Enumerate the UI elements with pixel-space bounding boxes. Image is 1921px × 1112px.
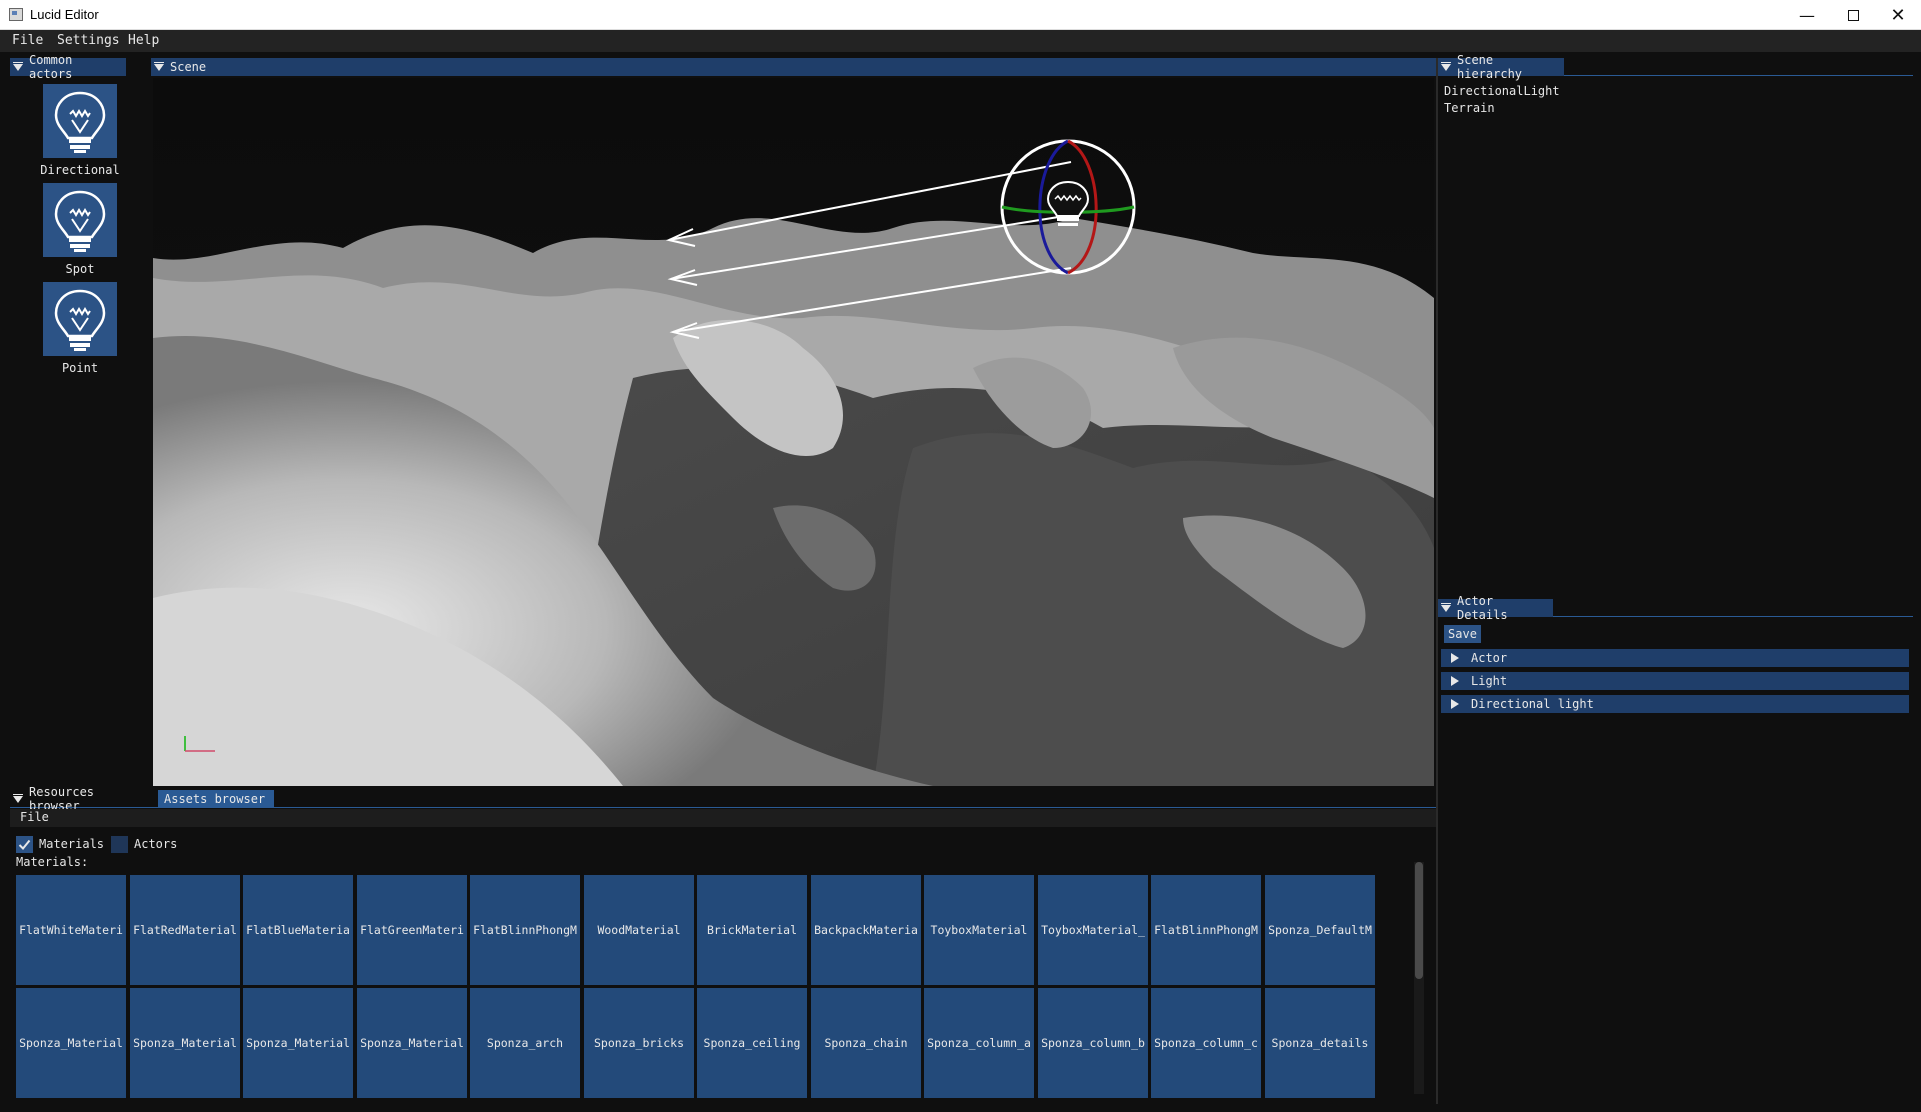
window-title-bar: Lucid Editor — ✕: [0, 0, 1921, 30]
window-title: Lucid Editor: [30, 7, 99, 22]
assets-browser-panel: Resources browser Assets browser File Ma…: [10, 785, 1436, 1104]
scene-tab-bar: [151, 58, 1436, 76]
common-actors-panel: Common actors Directional Spot Point: [10, 53, 150, 788]
hierarchy-item[interactable]: DirectionalLight: [1444, 84, 1560, 98]
materials-checkbox-label: Materials: [39, 837, 105, 851]
actor-directional-label: Directional: [40, 163, 120, 177]
material-tile[interactable]: ToyboxMaterial: [924, 875, 1034, 985]
material-tile[interactable]: FlatBlueMateria: [243, 875, 353, 985]
material-tile[interactable]: Sponza_Material: [357, 988, 467, 1098]
material-tile[interactable]: FlatGreenMateri: [357, 875, 467, 985]
hierarchy-item[interactable]: Terrain: [1444, 101, 1495, 115]
collapse-arrow-icon[interactable]: [154, 61, 164, 71]
material-tile[interactable]: Sponza_DefaultM: [1265, 875, 1375, 985]
material-tile[interactable]: Sponza_Material: [16, 988, 126, 1098]
tab-assets-browser[interactable]: Assets browser: [158, 790, 274, 808]
lightbulb-icon: [43, 183, 117, 257]
menu-bar: File Settings Help: [0, 30, 1921, 52]
material-tile[interactable]: FlatBlinnPhongM: [470, 875, 580, 985]
scene-viewport[interactable]: [153, 78, 1434, 786]
material-tile[interactable]: BrickMaterial: [697, 875, 807, 985]
material-tile[interactable]: Sponza_bricks: [584, 988, 694, 1098]
expand-arrow-icon: [1451, 676, 1459, 686]
assets-menu-bar: File: [10, 809, 1436, 827]
actor-details-tab[interactable]: Actor Details: [1438, 594, 1553, 622]
common-actors-tab[interactable]: Common actors: [10, 53, 126, 81]
minimize-icon[interactable]: —: [1784, 0, 1830, 30]
scene-hierarchy-tab[interactable]: Scene hierarchy: [1438, 53, 1564, 81]
material-tile[interactable]: FlatWhiteMateri: [16, 875, 126, 985]
close-icon[interactable]: ✕: [1875, 0, 1921, 30]
menu-settings[interactable]: Settings: [57, 33, 120, 48]
materials-grid: FlatWhiteMateri FlatRedMaterial FlatBlueMa…: [16, 875, 1386, 1100]
actor-point[interactable]: Point: [10, 282, 150, 375]
material-tile[interactable]: Sponza_Material: [243, 988, 353, 1098]
actor-details-tab-label: Actor Details: [1457, 594, 1508, 622]
material-tile[interactable]: Sponza_column_b: [1038, 988, 1148, 1098]
expand-arrow-icon: [1451, 699, 1459, 709]
materials-section-label: Materials:: [16, 855, 89, 869]
window-bottom-edge: [0, 1108, 1921, 1112]
assets-file-menu[interactable]: File: [20, 810, 49, 824]
scene-hierarchy-tab-label: Scene hierarchy: [1457, 53, 1523, 81]
material-tile[interactable]: Sponza_ceiling: [697, 988, 807, 1098]
material-tile[interactable]: FlatBlinnPhongM: [1151, 875, 1261, 985]
lightbulb-icon: [43, 84, 117, 158]
splitter-vertical[interactable]: [1436, 58, 1438, 1104]
actor-point-label: Point: [61, 361, 99, 375]
app-icon: [9, 8, 23, 21]
lightbulb-icon: [43, 282, 117, 356]
material-tile[interactable]: FlatRedMaterial: [130, 875, 240, 985]
common-actors-tab-label: Common actors: [29, 53, 73, 81]
expand-arrow-icon: [1451, 653, 1459, 663]
actors-checkbox-label: Actors: [134, 837, 178, 851]
scene-tab[interactable]: Scene: [151, 58, 215, 76]
collapse-arrow-icon[interactable]: [1441, 602, 1451, 612]
menu-file[interactable]: File: [12, 33, 43, 48]
section-light[interactable]: Light: [1441, 672, 1909, 690]
scrollbar-thumb[interactable]: [1415, 862, 1423, 979]
save-button[interactable]: Save: [1444, 625, 1481, 643]
tab-assets-browser-label: Assets browser: [164, 792, 266, 806]
collapse-arrow-icon[interactable]: [13, 61, 23, 71]
scene-tab-label: Scene: [170, 60, 207, 74]
scene-panel: Scene: [151, 58, 1436, 788]
terrain-render: [153, 78, 1434, 786]
collapse-arrow-icon[interactable]: [1441, 61, 1451, 71]
menu-help[interactable]: Help: [128, 33, 159, 48]
material-tile[interactable]: Sponza_details: [1265, 988, 1375, 1098]
section-light-label: Light: [1471, 674, 1508, 688]
material-tile[interactable]: Sponza_arch: [470, 988, 580, 1098]
material-tile[interactable]: BackpackMateria: [811, 875, 921, 985]
section-actor[interactable]: Actor: [1441, 649, 1909, 667]
section-directional-light[interactable]: Directional light: [1441, 695, 1909, 713]
scene-hierarchy-panel: Scene hierarchy DirectionalLight Terrain: [1438, 53, 1913, 598]
section-actor-label: Actor: [1471, 651, 1508, 665]
actors-checkbox[interactable]: [111, 836, 128, 853]
collapse-arrow-icon[interactable]: [13, 793, 23, 803]
actor-spot-label: Spot: [65, 262, 95, 276]
material-tile[interactable]: Sponza_column_a: [924, 988, 1034, 1098]
material-tile[interactable]: Sponza_column_c: [1151, 988, 1261, 1098]
actor-directional[interactable]: Directional: [10, 84, 150, 177]
material-tile[interactable]: WoodMaterial: [584, 875, 694, 985]
materials-checkbox[interactable]: [16, 836, 33, 853]
tab-resources-browser[interactable]: Resources browser: [10, 785, 156, 813]
material-tile[interactable]: Sponza_Material: [130, 988, 240, 1098]
maximize-icon[interactable]: [1830, 0, 1876, 30]
material-tile[interactable]: ToyboxMaterial_: [1038, 875, 1148, 985]
checkmark-icon: [18, 839, 31, 850]
material-tile[interactable]: Sponza_chain: [811, 988, 921, 1098]
section-directional-light-label: Directional light: [1471, 697, 1594, 711]
actor-spot[interactable]: Spot: [10, 183, 150, 276]
assets-scrollbar[interactable]: [1414, 862, 1424, 1094]
